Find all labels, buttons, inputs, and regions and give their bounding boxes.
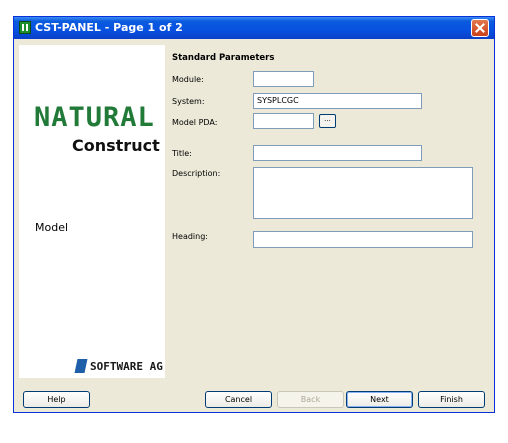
help-button[interactable]: Help (23, 391, 90, 408)
model-type-label: Model (35, 221, 69, 234)
title-bar[interactable]: CST-PANEL - Page 1 of 2 (14, 17, 494, 39)
description-field[interactable] (253, 167, 473, 219)
system-field[interactable]: SYSPLCGC (253, 93, 422, 109)
finish-button[interactable]: Finish (418, 391, 485, 408)
model-pda-field[interactable] (253, 113, 314, 129)
natural-app-icon (19, 21, 31, 34)
cancel-button[interactable]: Cancel (205, 391, 272, 408)
model-pda-label: Model PDA: (172, 118, 218, 127)
browse-button[interactable]: ... (319, 114, 336, 128)
module-label: Module: (172, 75, 204, 84)
back-button[interactable]: Back (277, 391, 344, 408)
next-button[interactable]: Next (346, 391, 413, 408)
title-label: Title: (172, 149, 192, 158)
title-field[interactable] (253, 145, 422, 161)
heading-label: Heading: (172, 232, 208, 241)
heading-field[interactable] (253, 231, 473, 248)
description-label: Description: (172, 169, 221, 178)
construct-logo: Construct (72, 136, 160, 155)
software-ag-logo-icon (74, 359, 88, 373)
natural-logo: NATURAL (34, 102, 155, 133)
module-field[interactable] (253, 71, 314, 87)
close-icon[interactable] (471, 19, 489, 37)
branding-panel: NATURAL Construct Model SOFTWARE AG (19, 45, 165, 378)
software-ag-logo: SOFTWARE AG (90, 360, 163, 373)
system-label: System: (172, 97, 205, 106)
dialog-window: CST-PANEL - Page 1 of 2 NATURAL Construc… (13, 16, 495, 413)
window-title: CST-PANEL - Page 1 of 2 (35, 21, 183, 34)
section-title: Standard Parameters (172, 53, 275, 63)
